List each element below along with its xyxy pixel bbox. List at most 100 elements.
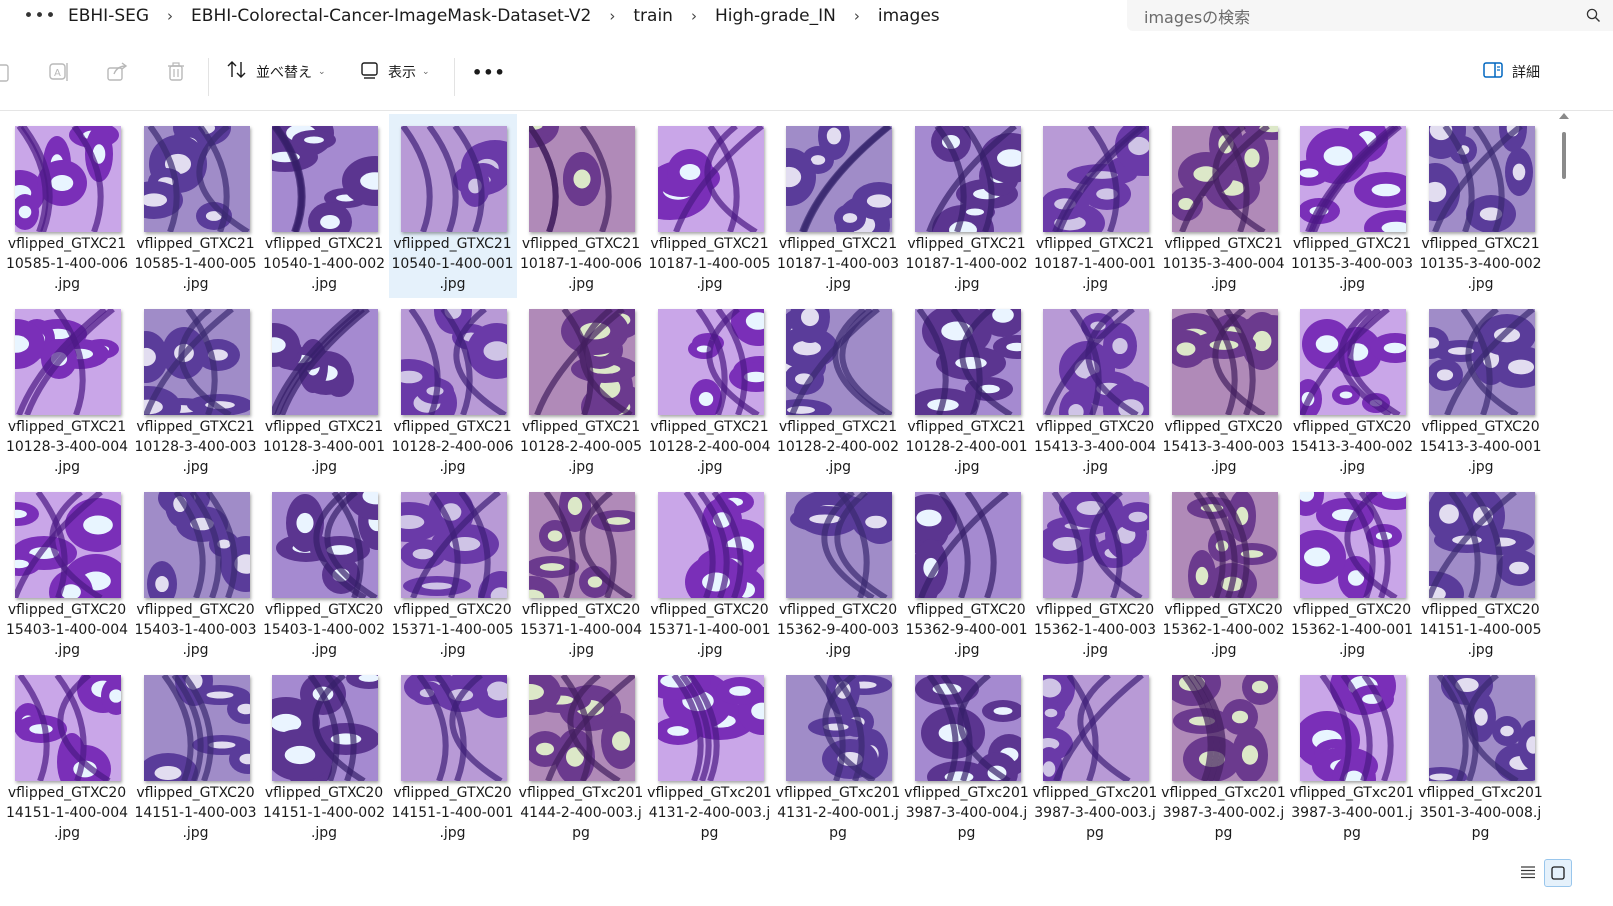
file-item[interactable]: vflipped_GTxc201 3987-3-400-002.j pg (1160, 660, 1288, 847)
file-item[interactable]: vflipped_GTxc201 3987-3-400-004.j pg (903, 663, 1031, 847)
file-item[interactable]: vflipped_GTXC21 10540-1-400-002 .jpg (252, 111, 408, 298)
file-item[interactable]: vflipped_GTXC21 10135-3-400-004 .jpg (1160, 114, 1300, 298)
file-name-line: .jpg (824, 459, 852, 475)
breadcrumb-high-grade-in[interactable]: High-grade_IN (707, 6, 844, 26)
file-item[interactable]: vflipped_GTxc201 3987-3-400-001.j pg (1288, 657, 1416, 847)
view-label: 表示 (388, 65, 416, 81)
file-name: vflipped_GTXC20 14151-1-400-001 .jpg (389, 783, 517, 843)
image-thumbnail (1035, 120, 1179, 244)
file-item[interactable]: vflipped_GTxc201 3987-3-400-003.j pg (1021, 661, 1159, 847)
file-item[interactable]: vflipped_GTXC20 14151-1-400-002 .jpg (252, 663, 392, 847)
file-item[interactable]: vflipped_GTXC21 10187-1-400-002 .jpg (903, 114, 1042, 298)
image-thumbnail (0, 306, 121, 417)
file-grid[interactable]: vflipped_GTXC21 10585-1-400-006 .jpg vflipp… (0, 111, 1555, 886)
file-item[interactable]: vflipped_GTxc201 3501-3-400-008.j pg (1414, 663, 1548, 847)
list-view-icon[interactable] (1516, 859, 1540, 885)
breadcrumb-ebhi-seg[interactable]: EBHI-SEG (60, 6, 157, 26)
vertical-scrollbar[interactable] (1555, 111, 1573, 886)
file-item[interactable]: vflipped_GTXC20 15403-1-400-004 .jpg (0, 480, 131, 664)
file-item[interactable]: vflipped_GTXC21 10585-1-400-005 .jpg (124, 111, 260, 298)
delete-icon[interactable] (165, 56, 187, 88)
chevron-right-icon[interactable]: › (599, 7, 625, 25)
rename-icon[interactable]: A (47, 56, 71, 88)
see-more-button[interactable]: ••• (472, 56, 506, 88)
share-icon[interactable] (106, 56, 130, 88)
scrollbar-thumb[interactable] (1562, 132, 1566, 179)
file-name-line: 15371-1-400-004 (519, 622, 643, 638)
file-item[interactable]: vflipped_GTXC21 10135-3-400-003 .jpg (1288, 114, 1428, 298)
image-thumbnail (892, 489, 1021, 609)
file-name-line: 10128-2-400-001 (905, 439, 1028, 455)
file-item[interactable]: vflipped_GTXC21 10187-1-400-006 .jpg (499, 111, 645, 298)
search-icon[interactable] (1573, 8, 1613, 23)
file-item[interactable]: vflipped_GTXC21 10187-1-400-003 .jpg (762, 112, 906, 298)
file-name-line: pg (700, 825, 719, 841)
file-item[interactable]: vflipped_GTXC20 15413-3-400-001 .jpg (1412, 297, 1550, 481)
file-item[interactable]: vflipped_GTXC21 10128-2-400-002 .jpg (764, 291, 902, 481)
file-item[interactable]: vflipped_GTXC20 15413-3-400-003 .jpg (1160, 297, 1302, 481)
file-name: vflipped_GTXC20 15413-3-400-002 .jpg (1288, 417, 1416, 477)
file-item[interactable]: vflipped_GTXC21 10128-2-400-005 .jpg (517, 297, 649, 481)
image-thumbnail (248, 306, 378, 417)
file-item[interactable]: vflipped_GTXC21 10128-2-400-004 .jpg (646, 296, 787, 481)
large-icons-view-icon[interactable] (1544, 859, 1572, 887)
file-name: vflipped_GTXC20 15403-1-400-004 .jpg (3, 600, 131, 660)
file-item[interactable]: vflipped_GTXC20 14151-1-400-004 .jpg (3, 663, 131, 847)
file-name-line: vflipped_GTXC20 (1292, 419, 1412, 435)
address-bar[interactable]: ••• EBHI-SEG › EBHI-Colorectal-Cancer-Im… (0, 0, 1085, 31)
file-item[interactable]: vflipped_GTXC20 14151-1-400-003 .jpg (132, 656, 267, 847)
chevron-right-icon[interactable]: › (844, 7, 870, 25)
file-item[interactable]: vflipped_GTXC21 10187-1-400-005 .jpg (635, 114, 774, 298)
file-name-line: 14151-1-400-004 (5, 805, 129, 821)
file-item[interactable]: vflipped_GTXC20 15362-1-400-001 .jpg (1288, 472, 1424, 664)
file-item[interactable]: vflipped_GTXC21 10128-3-400-004 .jpg (0, 297, 131, 481)
file-item[interactable]: vflipped_GTXC21 10128-3-400-001 .jpg (248, 297, 388, 481)
view-button[interactable]: 表示 ⌄ (360, 56, 430, 88)
chevron-right-icon[interactable]: › (157, 7, 183, 25)
image-thumbnail (1294, 306, 1420, 419)
image-thumbnail (499, 111, 635, 234)
details-pane-button[interactable]: 詳細 (1482, 56, 1540, 88)
file-item[interactable]: vflipped_GTXC20 14151-1-400-001 .jpg (389, 663, 526, 847)
file-item[interactable]: vflipped_GTXC20 15403-1-400-003 .jpg (132, 480, 272, 664)
file-name-line: .jpg (1210, 459, 1237, 475)
file-item[interactable]: vflipped_GTXC20 15362-1-400-003 .jpg (1031, 480, 1159, 664)
file-item[interactable]: vflipped_GTXC20 15362-1-400-002 .jpg (1160, 480, 1288, 664)
search-box[interactable]: imagesの検索 (1127, 0, 1613, 31)
image-thumbnail (374, 487, 524, 621)
sort-button[interactable]: 並べ替え ⌄ (226, 56, 326, 88)
file-item[interactable]: vflipped_GTXC20 14151-1-400-005 .jpg (1397, 480, 1545, 664)
file-item[interactable]: vflipped_GTXC21 10540-1-400-001 .jpg (388, 114, 521, 298)
file-item[interactable]: vflipped_GTXC21 10135-3-400-002 .jpg (1409, 111, 1545, 298)
file-item[interactable]: vflipped_GTXC21 10128-2-400-006 .jpg (378, 288, 527, 481)
file-item[interactable]: vflipped_GTXC20 15413-3-400-004 .jpg (1031, 297, 1159, 481)
file-item[interactable]: vflipped_GTXC20 15413-3-400-002 .jpg (1288, 297, 1420, 481)
file-item[interactable]: vflipped_GTXC21 10585-1-400-006 .jpg (0, 114, 131, 298)
file-item[interactable]: vflipped_GTXC20 15362-9-400-003 .jpg (774, 480, 908, 664)
breadcrumb-train[interactable]: train (625, 6, 681, 26)
copy-icon[interactable] (0, 56, 10, 88)
file-item[interactable]: vflipped_GTXC20 15371-1-400-001 .jpg (646, 480, 774, 664)
breadcrumb-overflow-button[interactable]: ••• (20, 6, 60, 26)
breadcrumb-dataset[interactable]: EBHI-Colorectal-Cancer-ImageMask-Dataset… (183, 6, 599, 26)
file-item[interactable]: vflipped_GTXC21 10128-2-400-001 .jpg (903, 293, 1041, 481)
file-name: vflipped_GTXC21 10585-1-400-005 .jpg (132, 234, 260, 294)
scroll-up-icon[interactable] (1559, 113, 1569, 119)
file-item[interactable]: vflipped_GTXC20 15371-1-400-005 .jpg (374, 480, 524, 664)
file-item[interactable]: vflipped_GTxc201 4131-2-400-001.j pg (774, 663, 902, 847)
file-name-line: .jpg (1467, 459, 1494, 475)
file-item[interactable]: vflipped_GTXC20 15371-1-400-004 .jpg (505, 480, 645, 664)
file-item[interactable]: vflipped_GTXC21 10187-1-400-001 .jpg (1031, 114, 1179, 298)
search-placeholder[interactable]: imagesの検索 (1144, 4, 1573, 28)
file-item[interactable]: vflipped_GTXC20 15362-9-400-001 .jpg (892, 480, 1031, 664)
file-name-line: vflipped_GTXC20 (136, 785, 255, 801)
file-name: vflipped_GTXC20 14151-1-400-005 .jpg (1417, 600, 1545, 660)
breadcrumb-images[interactable]: images (870, 6, 948, 26)
file-item[interactable]: vflipped_GTxc201 4144-2-400-003.j pg (499, 663, 645, 847)
file-name: vflipped_GTXC20 15362-1-400-003 .jpg (1031, 600, 1159, 660)
file-item[interactable]: vflipped_GTXC20 15403-1-400-002 .jpg (260, 472, 406, 664)
file-item[interactable]: vflipped_GTxc201 4131-2-400-003.j pg (640, 662, 786, 847)
file-item[interactable]: vflipped_GTXC21 10128-3-400-003 .jpg (114, 297, 260, 481)
chevron-right-icon[interactable]: › (681, 7, 707, 25)
file-name-line: vflipped_GTXC21 (1421, 236, 1540, 252)
